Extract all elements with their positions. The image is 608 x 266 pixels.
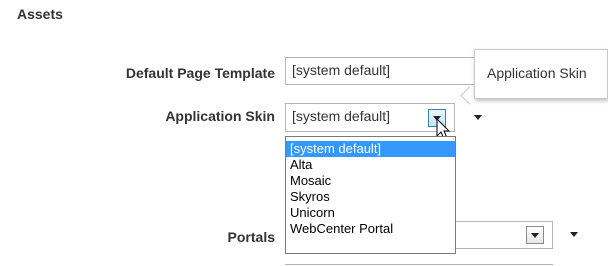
default-page-template-value: [system default]: [292, 62, 391, 78]
skin-option[interactable]: [system default]: [286, 141, 455, 157]
skin-option[interactable]: WebCenter Portal: [286, 221, 455, 237]
skin-option[interactable]: Mosaic: [286, 173, 455, 189]
tooltip-text: Application Skin: [487, 65, 587, 81]
application-skin-options-list[interactable]: [system default] Alta Mosaic Skyros Unicorn W…: [285, 136, 456, 254]
portals-menu-chevron-icon[interactable]: [570, 232, 578, 237]
application-skin-label: Application Skin: [165, 108, 275, 124]
skin-option[interactable]: Skyros: [286, 189, 455, 205]
skin-option[interactable]: Alta: [286, 157, 455, 173]
chevron-down-icon: [531, 233, 539, 238]
field-divider: [285, 264, 553, 265]
portals-label: Portals: [227, 229, 275, 245]
application-skin-value: [system default]: [292, 108, 391, 124]
portals-dropdown-button[interactable]: [526, 226, 544, 244]
section-title: Assets: [17, 6, 63, 22]
default-page-template-field[interactable]: [system default]: [285, 57, 480, 85]
default-page-template-label: Default Page Template: [125, 65, 275, 81]
application-skin-menu-chevron-icon[interactable]: [474, 115, 482, 120]
skin-option[interactable]: Unicorn: [286, 205, 455, 221]
application-skin-tooltip: Application Skin: [474, 49, 608, 99]
